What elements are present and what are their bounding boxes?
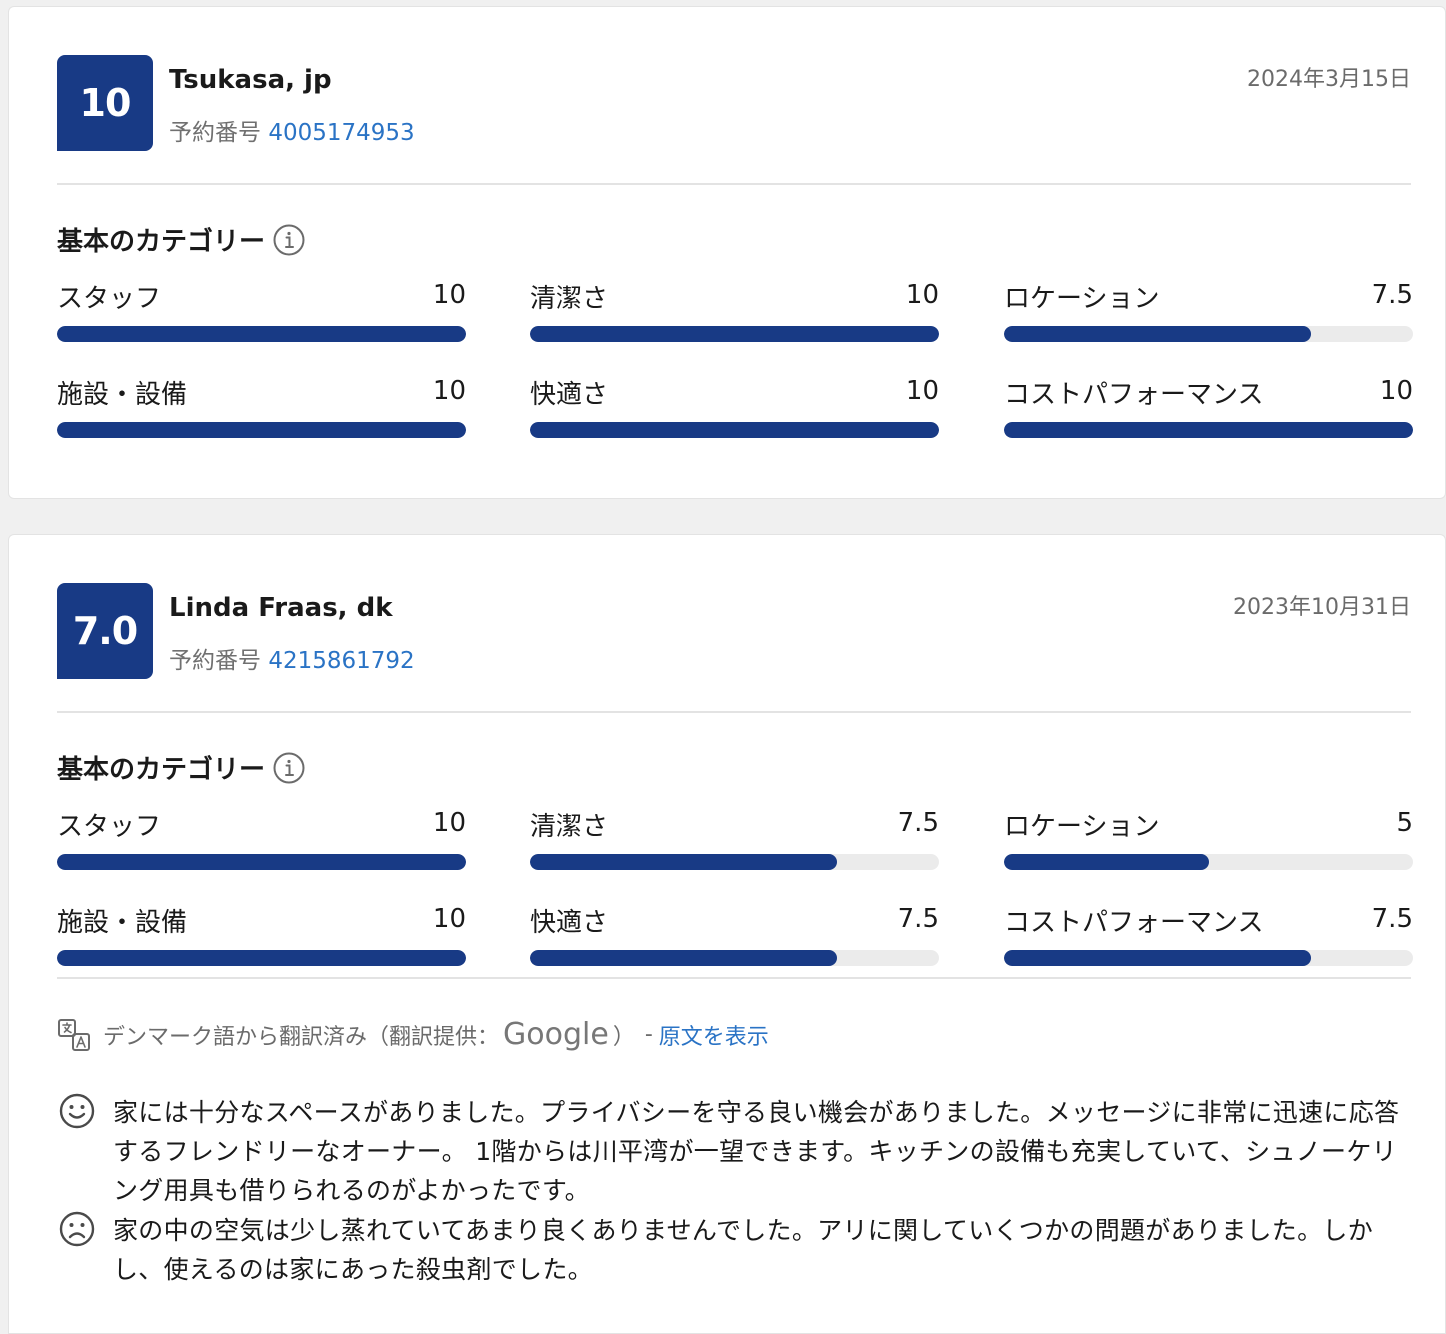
reviewer-name: Linda Fraas, dk xyxy=(169,593,393,623)
positive-comment-text: 家には十分なスペースがありました。プライバシーを守る良い機会がありました。メッセ… xyxy=(113,1098,1400,1205)
negative-comment-text: 家の中の空気は少し蒸れていてあまり良くありませんでした。アリに関していくつかの問… xyxy=(113,1216,1374,1284)
categories-heading: 基本のカテゴリー xyxy=(57,221,305,258)
review-date: 2023年10月31日 xyxy=(1233,595,1411,620)
category-value: 10 xyxy=(432,808,466,838)
category-value: 7.5 xyxy=(897,904,939,934)
category-bar-fill xyxy=(57,854,466,870)
category-label: コストパフォーマンス xyxy=(1004,908,1264,938)
category-bar-fill xyxy=(530,854,837,870)
categories-title: 基本のカテゴリー xyxy=(57,227,266,257)
category-bar-track xyxy=(530,326,939,342)
translate-icon xyxy=(58,1018,90,1051)
negative-comment: 家の中の空気は少し蒸れていてあまり良くありませんでした。アリに関していくつかの問… xyxy=(57,1211,1417,1289)
reviewer-name: Tsukasa, jp xyxy=(169,65,332,95)
info-icon[interactable] xyxy=(273,224,305,256)
category-bar-fill xyxy=(57,326,466,342)
booking-number-link[interactable]: 4215861792 xyxy=(268,648,414,674)
category-value: 10 xyxy=(432,376,466,406)
translation-notice: デンマーク語から翻訳済み（翻訳提供： Google ） - 原文を表示 xyxy=(57,1017,769,1052)
category-label: 快適さ xyxy=(530,380,609,410)
category-bar-fill xyxy=(530,422,939,438)
category-bar-fill xyxy=(57,950,466,966)
show-original-link[interactable]: 原文を表示 xyxy=(659,1019,769,1051)
booking-number-label: 予約番号 xyxy=(169,120,261,146)
category-bar-track xyxy=(530,854,939,870)
category-value: 10 xyxy=(905,280,939,310)
review-card: 7.0 Linda Fraas, dk 予約番号 4215861792 2023… xyxy=(8,534,1446,1334)
frown-icon xyxy=(59,1211,95,1247)
category-bar-track xyxy=(57,422,466,438)
category-label: 快適さ xyxy=(530,908,609,938)
booking-number-label: 予約番号 xyxy=(169,648,261,674)
divider xyxy=(57,183,1411,185)
translation-provider: Google xyxy=(503,1017,609,1052)
category-value: 7.5 xyxy=(1371,280,1413,310)
category-label: 清潔さ xyxy=(530,284,609,314)
category-label: 清潔さ xyxy=(530,812,609,842)
category-bar-fill xyxy=(530,950,837,966)
category-bar-track xyxy=(1004,422,1413,438)
category-value: 10 xyxy=(905,376,939,406)
category-label: 施設・設備 xyxy=(57,908,188,938)
category-bar-track xyxy=(1004,950,1413,966)
categories-heading: 基本のカテゴリー xyxy=(57,749,305,786)
category-bar-fill xyxy=(1004,854,1209,870)
category-bar-track xyxy=(1004,326,1413,342)
category-value: 10 xyxy=(1379,376,1413,406)
category-value: 7.5 xyxy=(1371,904,1413,934)
category-label: ロケーション xyxy=(1004,284,1160,314)
category-bar-fill xyxy=(530,326,939,342)
category-bar-fill xyxy=(1004,950,1311,966)
category-bar-fill xyxy=(1004,326,1311,342)
translation-dash: - xyxy=(644,1022,653,1047)
category-bar-track xyxy=(530,422,939,438)
category-bar-track xyxy=(530,950,939,966)
info-icon[interactable] xyxy=(273,752,305,784)
category-bar-fill xyxy=(1004,422,1413,438)
category-value: 5 xyxy=(1396,808,1413,838)
smile-icon xyxy=(59,1093,95,1129)
categories-title: 基本のカテゴリー xyxy=(57,755,266,785)
category-bar-track xyxy=(57,326,466,342)
translation-text: デンマーク語から翻訳済み（翻訳提供： xyxy=(103,1024,500,1050)
category-label: スタッフ xyxy=(57,812,162,842)
category-bar-track xyxy=(57,854,466,870)
booking-number-line: 予約番号 4215861792 xyxy=(169,641,415,675)
category-bar-fill xyxy=(57,422,466,438)
category-bar-track xyxy=(1004,854,1413,870)
review-score-badge: 7.0 xyxy=(57,583,153,679)
review-card: 10 Tsukasa, jp 予約番号 4005174953 2024年3月15… xyxy=(8,6,1446,499)
positive-comment: 家には十分なスペースがありました。プライバシーを守る良い機会がありました。メッセ… xyxy=(57,1093,1417,1210)
review-date: 2024年3月15日 xyxy=(1247,67,1411,92)
translation-close-paren: ） xyxy=(612,1024,635,1050)
divider xyxy=(57,711,1411,713)
category-value: 10 xyxy=(432,904,466,934)
booking-number-line: 予約番号 4005174953 xyxy=(169,113,415,147)
category-label: ロケーション xyxy=(1004,812,1160,842)
booking-number-link[interactable]: 4005174953 xyxy=(268,120,414,146)
category-bar-track xyxy=(57,950,466,966)
category-value: 10 xyxy=(432,280,466,310)
category-label: スタッフ xyxy=(57,284,162,314)
divider xyxy=(57,977,1411,979)
category-label: コストパフォーマンス xyxy=(1004,380,1264,410)
review-score-badge: 10 xyxy=(57,55,153,151)
category-label: 施設・設備 xyxy=(57,380,188,410)
category-value: 7.5 xyxy=(897,808,939,838)
